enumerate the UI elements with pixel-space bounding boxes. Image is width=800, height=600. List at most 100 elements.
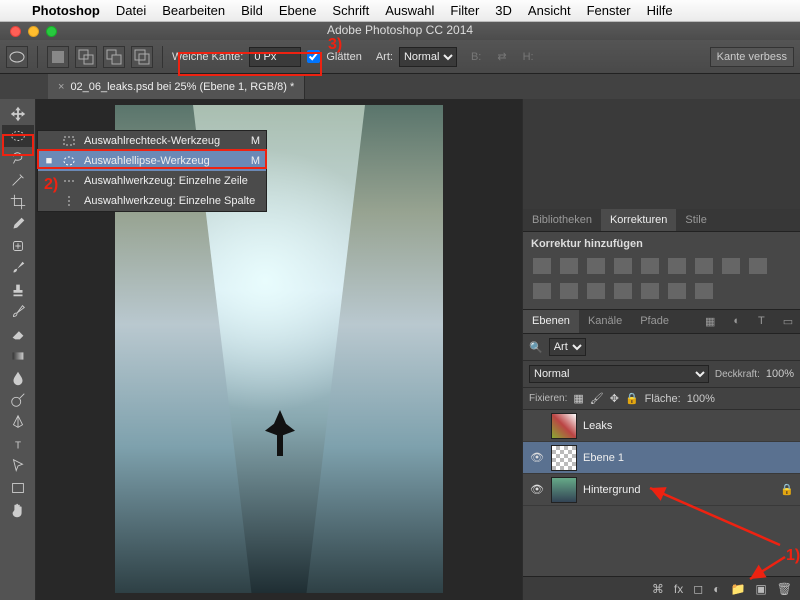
filter-shape-icon[interactable]: ▭ bbox=[774, 310, 800, 333]
lasso-tool[interactable] bbox=[2, 147, 34, 169]
lock-all-icon[interactable]: 🔒 bbox=[625, 392, 639, 405]
minimize-window-icon[interactable] bbox=[28, 26, 39, 37]
exposure-icon[interactable] bbox=[614, 258, 632, 274]
filter-type-icon[interactable]: T bbox=[749, 310, 774, 333]
single-row-marquee-item[interactable]: Auswahlwerkzeug: Einzelne Zeile bbox=[38, 171, 266, 191]
refine-edge-button[interactable]: Kante verbess bbox=[710, 47, 794, 67]
bw-icon[interactable] bbox=[722, 258, 740, 274]
menu-3d[interactable]: 3D bbox=[487, 3, 520, 18]
gradient-tool[interactable] bbox=[2, 345, 34, 367]
layer-row[interactable]: 👁 Ebene 1 bbox=[523, 442, 800, 474]
lock-transparent-icon[interactable]: ▦ bbox=[573, 392, 583, 405]
crop-tool[interactable] bbox=[2, 191, 34, 213]
menu-filter[interactable]: Filter bbox=[442, 3, 487, 18]
menu-photoshop[interactable]: Photoshop bbox=[24, 3, 108, 18]
history-brush-tool[interactable] bbox=[2, 301, 34, 323]
menu-fenster[interactable]: Fenster bbox=[579, 3, 639, 18]
invert-icon[interactable] bbox=[587, 283, 605, 299]
photofilter-icon[interactable] bbox=[749, 258, 767, 274]
tab-kanaele[interactable]: Kanäle bbox=[579, 310, 631, 333]
marquee-tool[interactable] bbox=[2, 125, 34, 147]
single-column-marquee-item[interactable]: Auswahlwerkzeug: Einzelne Spalte bbox=[38, 191, 266, 211]
visibility-icon[interactable]: 👁 bbox=[529, 483, 545, 496]
layer-group-icon[interactable]: 📁 bbox=[730, 582, 745, 596]
layer-filter-select[interactable]: Art bbox=[549, 338, 586, 356]
type-tool[interactable]: T bbox=[2, 433, 34, 455]
move-tool[interactable] bbox=[2, 103, 34, 125]
tab-ebenen[interactable]: Ebenen bbox=[523, 310, 579, 333]
layer-name[interactable]: Leaks bbox=[583, 420, 612, 432]
rectangular-marquee-item[interactable]: Auswahlrechteck-Werkzeug M bbox=[38, 131, 266, 151]
close-window-icon[interactable] bbox=[10, 26, 21, 37]
visibility-icon[interactable]: 👁 bbox=[529, 451, 545, 464]
tab-bibliotheken[interactable]: Bibliotheken bbox=[523, 209, 601, 231]
posterize-icon[interactable] bbox=[614, 283, 632, 299]
layer-style-icon[interactable]: fx bbox=[674, 582, 683, 596]
layer-name[interactable]: Hintergrund bbox=[583, 484, 640, 496]
mac-menubar[interactable]: Photoshop Datei Bearbeiten Bild Ebene Sc… bbox=[0, 0, 800, 22]
vibrance-icon[interactable] bbox=[641, 258, 659, 274]
filter-pixel-icon[interactable]: ▦ bbox=[696, 310, 724, 333]
curves-icon[interactable] bbox=[587, 258, 605, 274]
layer-thumbnail[interactable] bbox=[551, 413, 577, 439]
colorbalance-icon[interactable] bbox=[695, 258, 713, 274]
selection-new-icon[interactable] bbox=[47, 46, 69, 68]
eraser-tool[interactable] bbox=[2, 323, 34, 345]
gradientmap-icon[interactable] bbox=[668, 283, 686, 299]
opacity-value[interactable]: 100% bbox=[766, 368, 794, 380]
link-layers-icon[interactable]: ⌘ bbox=[652, 582, 664, 596]
layer-name[interactable]: Ebene 1 bbox=[583, 452, 624, 464]
menu-hilfe[interactable]: Hilfe bbox=[639, 3, 681, 18]
adjustment-layer-icon[interactable]: ◐ bbox=[713, 582, 720, 596]
dodge-tool[interactable] bbox=[2, 389, 34, 411]
layer-mask-icon[interactable]: ◻ bbox=[693, 582, 703, 596]
selection-add-icon[interactable] bbox=[75, 46, 97, 68]
blur-tool[interactable] bbox=[2, 367, 34, 389]
eyedropper-tool[interactable] bbox=[2, 213, 34, 235]
menu-schrift[interactable]: Schrift bbox=[324, 3, 377, 18]
tool-preset-icon[interactable] bbox=[6, 46, 28, 68]
new-layer-icon[interactable]: ▣ bbox=[755, 582, 766, 596]
menu-datei[interactable]: Datei bbox=[108, 3, 154, 18]
menu-ebene[interactable]: Ebene bbox=[271, 3, 325, 18]
document-tab[interactable]: × 02_06_leaks.psd bei 25% (Ebene 1, RGB/… bbox=[48, 74, 305, 100]
threshold-icon[interactable] bbox=[641, 283, 659, 299]
selection-subtract-icon[interactable] bbox=[103, 46, 125, 68]
filter-adjust-icon[interactable]: ◐ bbox=[724, 310, 749, 333]
selectivecolor-icon[interactable] bbox=[695, 283, 713, 299]
heal-tool[interactable] bbox=[2, 235, 34, 257]
levels-icon[interactable] bbox=[560, 258, 578, 274]
brush-tool[interactable] bbox=[2, 257, 34, 279]
fill-value[interactable]: 100% bbox=[687, 393, 715, 405]
channelmixer-icon[interactable] bbox=[533, 283, 551, 299]
lock-pixels-icon[interactable]: 🖌 bbox=[590, 392, 604, 405]
menu-ansicht[interactable]: Ansicht bbox=[520, 3, 579, 18]
layer-thumbnail[interactable] bbox=[551, 477, 577, 503]
close-tab-icon[interactable]: × bbox=[58, 81, 64, 93]
lock-position-icon[interactable]: ✥ bbox=[610, 392, 619, 405]
feather-input[interactable] bbox=[249, 47, 301, 67]
menu-bearbeiten[interactable]: Bearbeiten bbox=[154, 3, 233, 18]
layer-thumbnail[interactable] bbox=[551, 445, 577, 471]
tab-stile[interactable]: Stile bbox=[676, 209, 715, 231]
wand-tool[interactable] bbox=[2, 169, 34, 191]
elliptical-marquee-item[interactable]: ■ Auswahlellipse-Werkzeug M bbox=[38, 151, 266, 171]
hand-tool[interactable] bbox=[2, 499, 34, 521]
path-select-tool[interactable] bbox=[2, 455, 34, 477]
colorlookup-icon[interactable] bbox=[560, 283, 578, 299]
stamp-tool[interactable] bbox=[2, 279, 34, 301]
menu-bild[interactable]: Bild bbox=[233, 3, 271, 18]
style-select[interactable]: Normal bbox=[399, 47, 457, 67]
brightness-icon[interactable] bbox=[533, 258, 551, 274]
hue-icon[interactable] bbox=[668, 258, 686, 274]
pen-tool[interactable] bbox=[2, 411, 34, 433]
menu-auswahl[interactable]: Auswahl bbox=[377, 3, 442, 18]
zoom-window-icon[interactable] bbox=[46, 26, 57, 37]
shape-tool[interactable] bbox=[2, 477, 34, 499]
layer-row[interactable]: Leaks bbox=[523, 410, 800, 442]
tab-pfade[interactable]: Pfade bbox=[631, 310, 678, 333]
delete-layer-icon[interactable]: 🗑 bbox=[777, 582, 792, 596]
selection-intersect-icon[interactable] bbox=[131, 46, 153, 68]
tab-korrekturen[interactable]: Korrekturen bbox=[601, 209, 676, 231]
antialias-checkbox[interactable] bbox=[307, 50, 320, 63]
